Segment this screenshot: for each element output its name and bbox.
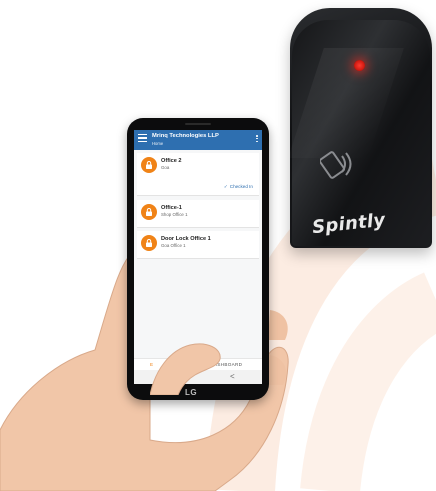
card-subtitle: Goa [161, 165, 170, 170]
lock-icon [141, 157, 157, 173]
screen-title: Home [152, 141, 164, 146]
more-options-icon[interactable] [256, 135, 259, 143]
access-point-card[interactable]: Door Lock Office 1 Goa Office 1 [137, 231, 259, 259]
card-subtitle: Shop Office 1 [161, 212, 188, 217]
thumb [150, 343, 221, 395]
app-header: Mrinq Technologies LLP Home [134, 130, 262, 150]
check-icon: ✓ [223, 184, 228, 189]
access-point-card[interactable]: Office-1 Shop Office 1 [137, 200, 259, 228]
hamburger-menu-icon[interactable] [138, 134, 147, 143]
access-point-card[interactable]: Office 2 Goa ✓ Checked In [137, 153, 259, 196]
card-title: Office-1 [161, 205, 182, 211]
reader-status-led [354, 60, 365, 71]
card-subtitle: Goa Office 1 [161, 243, 186, 248]
checked-in-status[interactable]: ✓ Checked In [224, 184, 253, 190]
contactless-card-icon [320, 151, 352, 179]
access-reader-device: Spintly [290, 8, 432, 248]
checked-in-label: Checked In [229, 184, 253, 189]
phone-speaker [185, 123, 211, 125]
back-icon[interactable]: < [230, 372, 235, 381]
card-title: Office 2 [161, 158, 182, 164]
company-title: Mrinq Technologies LLP [152, 133, 219, 139]
lock-icon [141, 204, 157, 220]
card-title: Door Lock Office 1 [161, 236, 211, 242]
lock-icon [141, 235, 157, 251]
